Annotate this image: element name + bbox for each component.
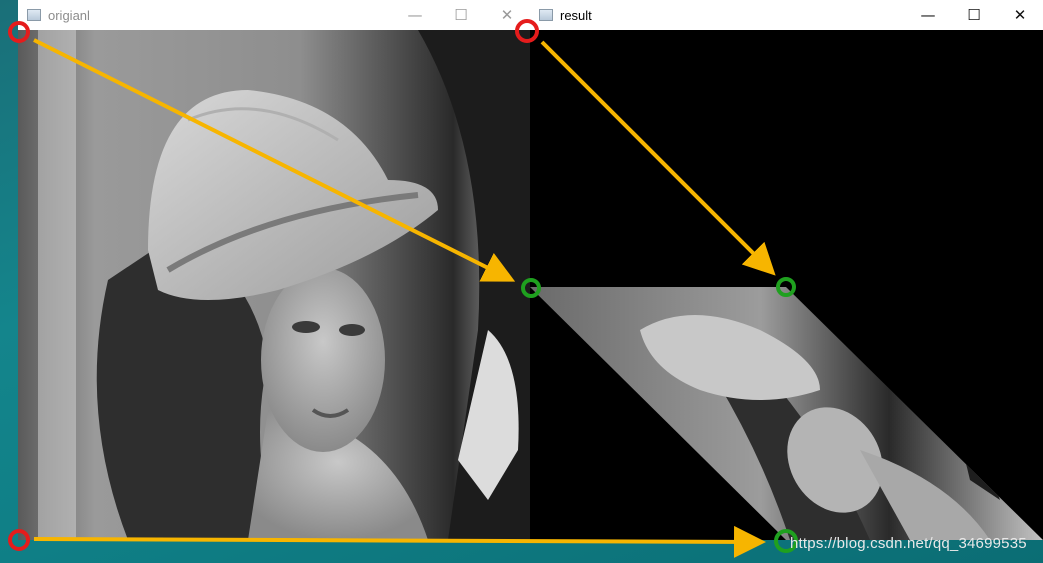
- original-titlebar[interactable]: origianl — ☐ ✕: [18, 0, 530, 30]
- portrait-photo: [18, 30, 530, 540]
- watermark-text: https://blog.csdn.net/qq_34699535: [790, 535, 1027, 552]
- transformed-photo: [530, 30, 1043, 540]
- original-window[interactable]: origianl — ☐ ✕: [18, 0, 530, 540]
- window-title: result: [560, 7, 592, 23]
- original-image: [18, 30, 530, 540]
- close-button[interactable]: ✕: [484, 0, 530, 30]
- app-icon: [27, 9, 41, 21]
- app-icon: [539, 9, 553, 21]
- result-window[interactable]: result — ☐ ✕: [530, 0, 1043, 540]
- result-image: [530, 30, 1043, 540]
- minimize-button[interactable]: —: [905, 0, 951, 30]
- result-titlebar[interactable]: result — ☐ ✕: [530, 0, 1043, 30]
- minimize-button[interactable]: —: [392, 0, 438, 30]
- maximize-button[interactable]: ☐: [951, 0, 997, 30]
- close-button[interactable]: ✕: [997, 0, 1043, 30]
- maximize-button[interactable]: ☐: [438, 0, 484, 30]
- window-title: origianl: [48, 7, 90, 23]
